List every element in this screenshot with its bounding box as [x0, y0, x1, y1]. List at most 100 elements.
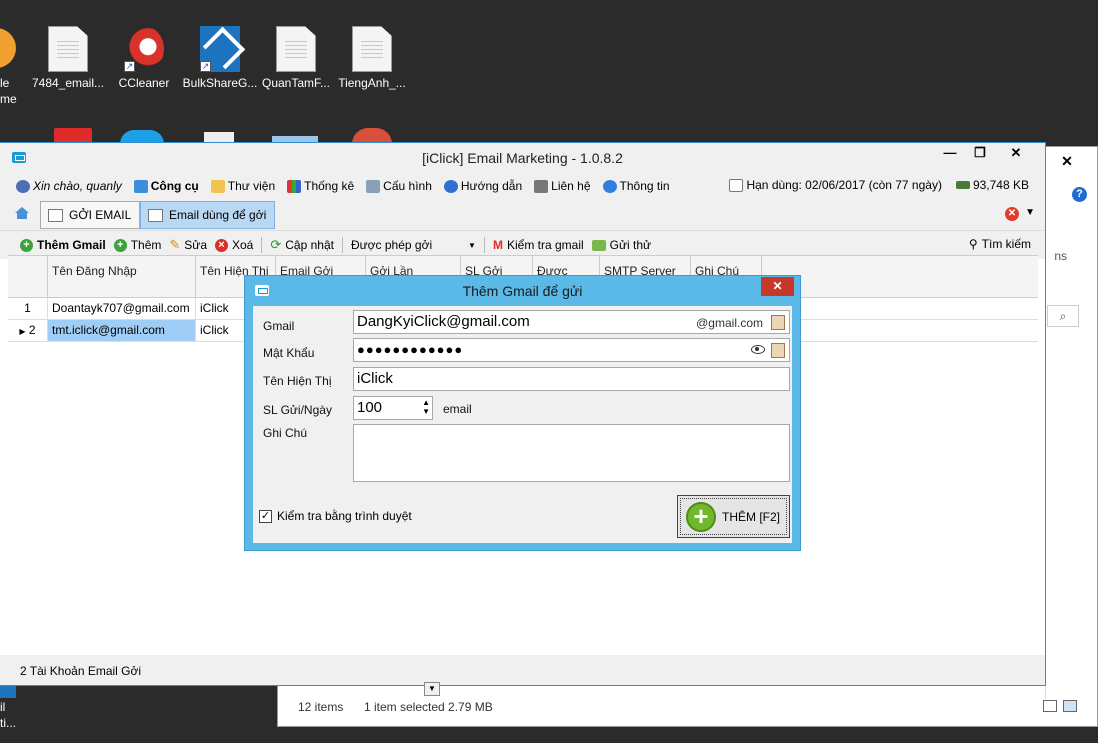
- menu-guide[interactable]: Hướng dẫn: [443, 179, 522, 193]
- column-header[interactable]: [8, 256, 48, 297]
- maximize-button[interactable]: ❐: [963, 143, 997, 165]
- check-gmail-button[interactable]: M Kiểm tra gmail: [493, 238, 584, 252]
- greeting-text: Xin chào, quanly: [33, 179, 122, 193]
- tab-send-email[interactable]: GỞI EMAIL: [40, 201, 141, 229]
- paste-icon[interactable]: [771, 343, 785, 358]
- add-button[interactable]: + Thêm: [113, 238, 162, 252]
- per-day-value: 100: [357, 399, 383, 416]
- refresh-icon: ⟳: [270, 237, 282, 252]
- dialog-title: Thêm Gmail để gửi: [462, 283, 583, 299]
- delete-button[interactable]: × Xoá: [215, 238, 253, 252]
- desktop-partial-label-1: le: [0, 76, 10, 90]
- gmail-label: Gmail: [263, 319, 295, 333]
- details-view-icon[interactable]: [1043, 700, 1057, 712]
- chevron-down-icon[interactable]: ▼: [1025, 207, 1035, 218]
- minimize-button[interactable]: —: [933, 143, 967, 165]
- plus-icon: +: [686, 501, 716, 532]
- menu-bar: Xin chào, quanly Công cụ Thư viện Thống …: [0, 173, 1045, 199]
- edit-label: Sửa: [184, 238, 207, 252]
- notes-label: Ghi Chú: [263, 426, 308, 440]
- add-icon: +: [20, 238, 33, 252]
- binoculars-icon: ⚲: [968, 237, 978, 251]
- delete-label: Xoá: [232, 238, 254, 252]
- cell-username[interactable]: tmt.iclick@gmail.com: [48, 320, 196, 341]
- row-number-text: 2: [28, 323, 36, 337]
- notes-field[interactable]: [353, 424, 790, 482]
- menu-info[interactable]: Thông tin: [602, 179, 670, 193]
- help-icon[interactable]: ?: [1072, 187, 1087, 202]
- desktop-icon-label: 7484_email...: [31, 76, 105, 90]
- cell-username[interactable]: Doantayk707@gmail.com: [48, 298, 196, 319]
- document-icon: [352, 26, 392, 72]
- menu-contact[interactable]: Liên hệ: [534, 179, 591, 193]
- memory-icon: [955, 181, 970, 189]
- explorer-close-button[interactable]: ✕: [1047, 151, 1087, 171]
- desktop-icon[interactable]: 7484_email...: [30, 26, 106, 90]
- separator: [483, 237, 485, 253]
- send-test-button[interactable]: Gửi thử: [591, 238, 651, 252]
- menu-library-label: Thư viện: [227, 179, 276, 193]
- desktop-partial-label-2: me: [0, 92, 17, 106]
- search-button[interactable]: ⚲ Tìm kiếm: [969, 237, 1031, 251]
- per-day-stepper[interactable]: 100 ▲ ▼: [353, 396, 433, 420]
- search-icon[interactable]: ⌕: [1047, 305, 1079, 327]
- desktop-icon[interactable]: TiengAnh_...: [334, 26, 410, 90]
- close-button[interactable]: ✕: [999, 143, 1033, 165]
- large-icons-view-icon[interactable]: [1063, 700, 1077, 712]
- password-value: ●●●●●●●●●●●●: [357, 342, 464, 357]
- menu-config-label: Cấu hình: [383, 179, 432, 193]
- home-icon[interactable]: [14, 206, 30, 220]
- desktop-icon[interactable]: ↗ CCleaner: [106, 26, 182, 90]
- desktop-icon-label: CCleaner: [118, 76, 170, 90]
- close-tabs-icon[interactable]: ✕: [1005, 207, 1019, 221]
- partial-taskbar-icon[interactable]: [0, 686, 16, 698]
- menu-config[interactable]: Cấu hình: [366, 179, 432, 193]
- gmail-icon: M: [492, 238, 503, 252]
- tab-send-email-label: GỞI EMAIL: [69, 208, 132, 222]
- update-button[interactable]: ⟳ Cập nhật: [270, 237, 334, 253]
- window-title: [iClick] Email Marketing - 1.0.8.2: [422, 150, 623, 166]
- gmail-field[interactable]: DangKyiClick@gmail.com @gmail.com: [353, 310, 790, 334]
- status-bar: 2 Tài Khoản Email Gởi: [0, 655, 1045, 685]
- phone-icon: [534, 179, 549, 193]
- dialog-close-button[interactable]: ✕: [761, 277, 794, 296]
- checkbox-checked-icon: ✓: [259, 509, 272, 523]
- explorer-item-count: 12 items: [298, 700, 344, 714]
- browser-check-checkbox[interactable]: ✓ Kiểm tra bằng trình duyệt: [259, 509, 412, 523]
- pencil-icon: ✎: [169, 237, 181, 252]
- filter-dropdown[interactable]: Được phép gởi ▼: [351, 238, 476, 252]
- title-bar: [iClick] Email Marketing - 1.0.8.2 — ❐ ✕: [0, 143, 1045, 173]
- edit-button[interactable]: ✎ Sửa: [169, 237, 207, 253]
- add-account-label: THÊM [F2]: [722, 509, 781, 524]
- password-label: Mật Khẩu: [263, 346, 315, 360]
- add-label: Thêm: [130, 238, 162, 252]
- stepper-arrows-icon[interactable]: ▲ ▼: [422, 398, 430, 416]
- tab-bar: GỞI EMAIL Email dùng để gởi ✕ ▼: [0, 199, 1045, 231]
- tab-sender-emails[interactable]: Email dùng để gởi: [140, 201, 276, 229]
- display-name-field[interactable]: iClick: [353, 367, 790, 391]
- add-gmail-button[interactable]: + Thêm Gmail: [20, 238, 106, 252]
- filter-value: Được phép gởi: [350, 238, 433, 252]
- explorer-side-pane: [1045, 179, 1097, 699]
- document-icon: [48, 26, 88, 72]
- column-header-username[interactable]: Tên Đăng Nhập: [48, 256, 196, 297]
- explorer-selection-info: 1 item selected 2.79 MB: [364, 700, 493, 714]
- greeting[interactable]: Xin chào, quanly: [16, 179, 122, 193]
- chevron-down-icon: ▼: [468, 240, 476, 250]
- add-account-button[interactable]: + THÊM [F2]: [677, 495, 790, 538]
- menu-tools[interactable]: Công cụ: [133, 179, 199, 193]
- explorer-status-bar: 12 items 1 item selected 2.79 MB: [278, 688, 1097, 726]
- paste-icon[interactable]: [771, 315, 785, 330]
- desktop-icon[interactable]: QuanTamF...: [258, 26, 334, 90]
- password-field[interactable]: ●●●●●●●●●●●●: [353, 338, 790, 362]
- per-day-unit: email: [443, 402, 472, 416]
- add-gmail-label: Thêm Gmail: [37, 238, 106, 252]
- separator: [261, 237, 263, 253]
- menu-library[interactable]: Thư viện: [210, 179, 276, 193]
- eye-icon[interactable]: [751, 345, 765, 354]
- expiry-info: Hạn dùng: 02/06/2017 (còn 77 ngày): [729, 178, 942, 192]
- scroll-down-button[interactable]: ▼: [424, 682, 440, 696]
- desktop-icon[interactable]: ↗ BulkShareG...: [182, 26, 258, 90]
- menu-stats[interactable]: Thống kê: [287, 179, 354, 193]
- settings-icon: [366, 179, 381, 193]
